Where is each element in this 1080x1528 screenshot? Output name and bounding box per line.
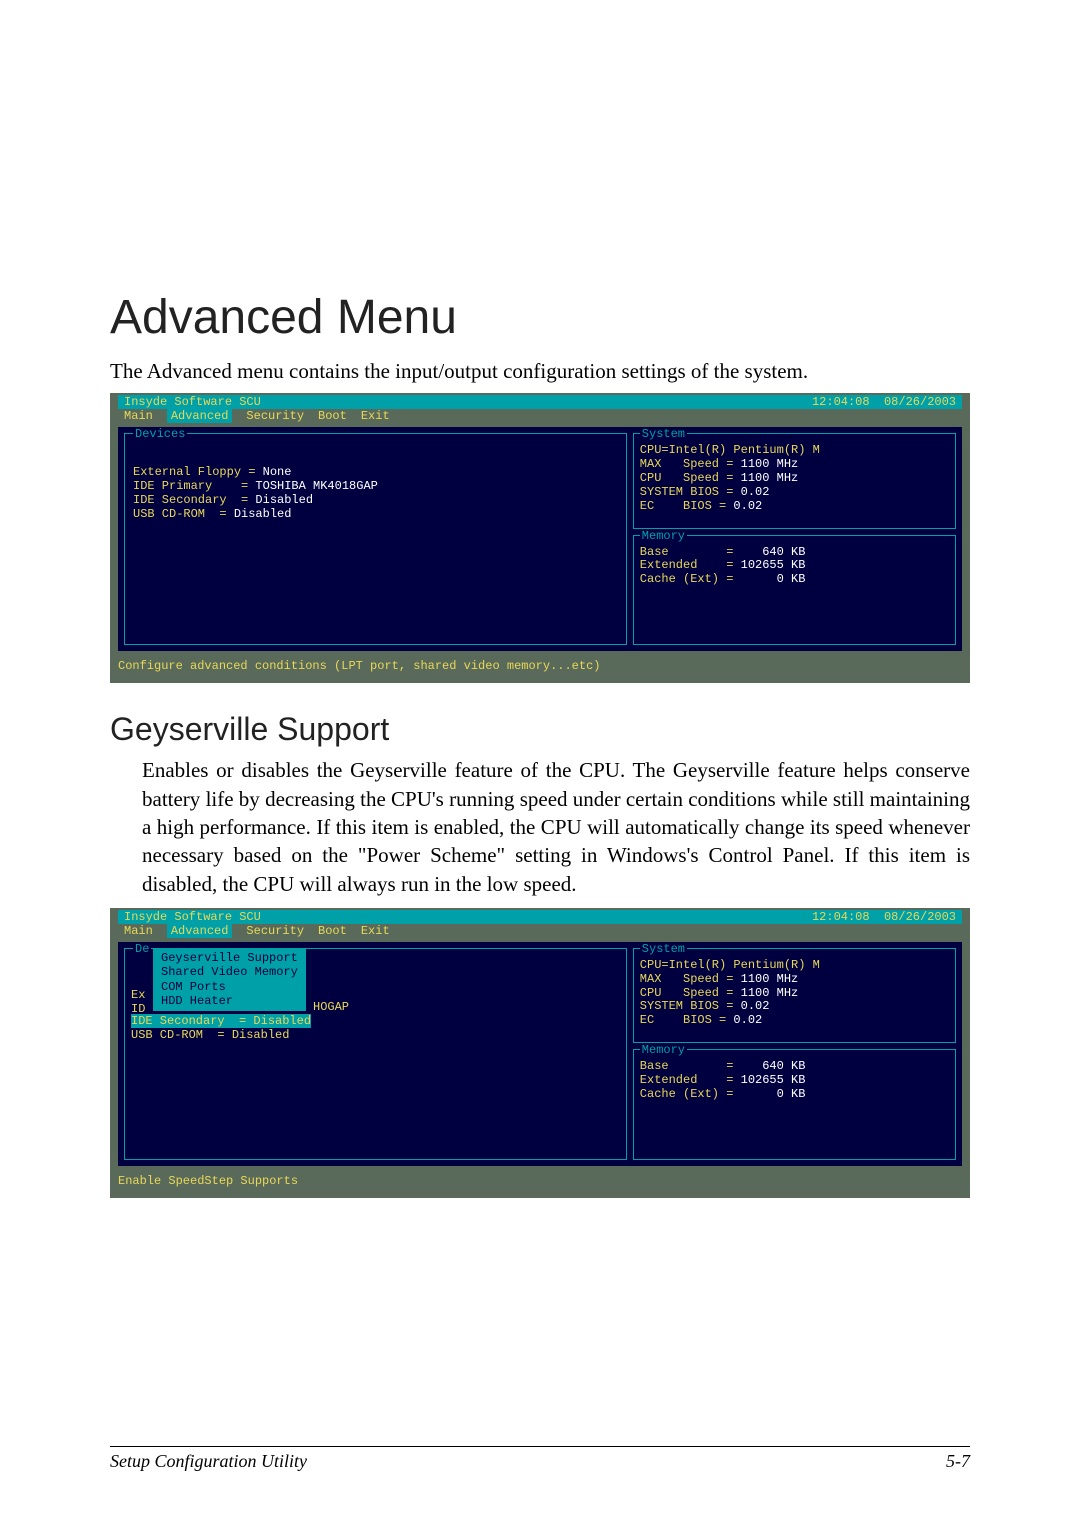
bios-title-right: 12:04:08 08/26/2003 — [812, 395, 956, 409]
sys-line: CPU=Intel(R) Pentium(R) M — [640, 959, 949, 973]
bios-main-area: De Geyserville Support Shared Video Memo… — [118, 942, 962, 1166]
menu-boot: Boot — [318, 924, 347, 938]
sys-line: EC BIOS = 0.02 — [640, 1014, 949, 1028]
sys-line: MAX Speed = 1100 MHz — [640, 458, 949, 472]
memory-panel: Memory Base = 640 KB Extended = 102655 K… — [633, 535, 956, 646]
menu-security: Security — [246, 409, 304, 423]
sys-line: CPU=Intel(R) Pentium(R) M — [640, 444, 949, 458]
bg-line: HOGAP — [313, 1001, 349, 1015]
bios-menubar: Main Advanced Security Boot Exit — [118, 924, 962, 938]
bios-help-line: Enable SpeedStep Supports — [118, 1174, 962, 1188]
bios-title-left: Insyde Software SCU — [124, 910, 261, 924]
dev-line: IDE Secondary = Disabled — [133, 494, 618, 508]
bg-line: Ex — [131, 989, 145, 1003]
mem-line: Base = 640 KB — [640, 546, 949, 560]
mem-line: Cache (Ext) = 0 KB — [640, 1088, 949, 1102]
system-label: System — [640, 942, 687, 956]
devices-panel: De Geyserville Support Shared Video Memo… — [124, 948, 627, 1160]
sub-title: Geyserville Support — [110, 711, 970, 748]
dev-line: IDE Primary = TOSHIBA MK4018GAP — [133, 480, 618, 494]
mem-line: Cache (Ext) = 0 KB — [640, 573, 949, 587]
dev-line: External Floppy = None — [133, 466, 618, 480]
memory-label: Memory — [640, 1043, 687, 1057]
mem-line: Extended = 102655 KB — [640, 559, 949, 573]
footer-left: Setup Configuration Utility — [110, 1451, 307, 1472]
bios-help-line: Configure advanced conditions (LPT port,… — [118, 659, 962, 673]
submenu-item: Shared Video Memory — [161, 965, 298, 979]
devices-label: De — [133, 942, 151, 956]
sys-line: SYSTEM BIOS = 0.02 — [640, 1000, 949, 1014]
menu-exit: Exit — [361, 409, 390, 423]
menu-main: Main — [124, 409, 153, 423]
menu-main: Main — [124, 924, 153, 938]
bios-screenshot-2: Insyde Software SCU 12:04:08 08/26/2003 … — [110, 908, 970, 1198]
devices-panel: Devices External Floppy = None IDE Prima… — [124, 433, 627, 645]
dev-line: USB CD-ROM = Disabled — [133, 508, 618, 522]
page-footer: Setup Configuration Utility 5-7 — [110, 1446, 970, 1472]
devices-label: Devices — [133, 427, 187, 441]
mem-line: Extended = 102655 KB — [640, 1074, 949, 1088]
body-text: Enables or disables the Geyserville feat… — [142, 756, 970, 898]
footer-right: 5-7 — [946, 1451, 970, 1472]
menu-advanced: Advanced — [167, 409, 233, 423]
bios-screenshot-1: Insyde Software SCU 12:04:08 08/26/2003 … — [110, 393, 970, 683]
memory-panel: Memory Base = 640 KB Extended = 102655 K… — [633, 1049, 956, 1160]
menu-exit: Exit — [361, 924, 390, 938]
submenu-item: Geyserville Support — [161, 951, 298, 965]
bios-titlebar: Insyde Software SCU 12:04:08 08/26/2003 — [118, 395, 962, 409]
bios-main-area: Devices External Floppy = None IDE Prima… — [118, 427, 962, 651]
sys-line: SYSTEM BIOS = 0.02 — [640, 486, 949, 500]
submenu-item: COM Ports — [161, 980, 298, 994]
bg-line: IDE Secondary = Disabled — [131, 1015, 311, 1029]
memory-label: Memory — [640, 529, 687, 543]
bios-titlebar: Insyde Software SCU 12:04:08 08/26/2003 — [118, 910, 962, 924]
menu-boot: Boot — [318, 409, 347, 423]
menu-advanced: Advanced — [167, 924, 233, 938]
menu-security: Security — [246, 924, 304, 938]
bios-title-right: 12:04:08 08/26/2003 — [812, 910, 956, 924]
bios-menubar: Main Advanced Security Boot Exit — [118, 409, 962, 423]
sys-line: MAX Speed = 1100 MHz — [640, 973, 949, 987]
bios-title-left: Insyde Software SCU — [124, 395, 261, 409]
system-panel: System CPU=Intel(R) Pentium(R) M MAX Spe… — [633, 433, 956, 528]
sys-line: CPU Speed = 1100 MHz — [640, 987, 949, 1001]
advanced-submenu: Geyserville Support Shared Video Memory … — [153, 949, 306, 1011]
sys-line: CPU Speed = 1100 MHz — [640, 472, 949, 486]
intro-text: The Advanced menu contains the input/out… — [110, 357, 970, 385]
system-panel: System CPU=Intel(R) Pentium(R) M MAX Spe… — [633, 948, 956, 1043]
sys-line: EC BIOS = 0.02 — [640, 500, 949, 514]
bg-line: USB CD-ROM = Disabled — [131, 1029, 311, 1043]
system-label: System — [640, 427, 687, 441]
page-title: Advanced Menu — [110, 290, 970, 345]
submenu-item: HDD Heater — [161, 994, 298, 1008]
mem-line: Base = 640 KB — [640, 1060, 949, 1074]
